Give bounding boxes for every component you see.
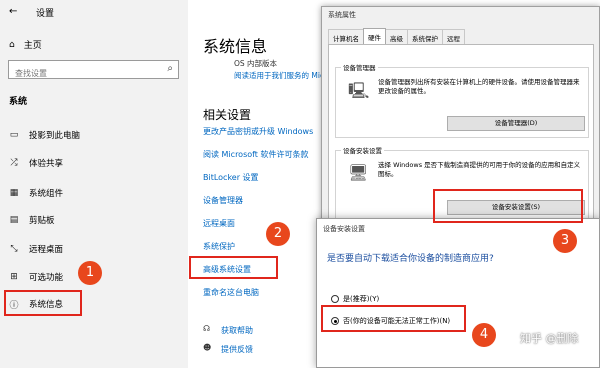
back-arrow-icon[interactable]: ←: [9, 6, 17, 17]
sidebar-home-link[interactable]: ⌂ 主页: [9, 38, 42, 52]
settings-search-box[interactable]: ⌕: [8, 60, 179, 82]
device-manager-description: 设备管理器列出所有安装在计算机上的硬件设备。请使用设备管理器来更改设备的属性。: [378, 78, 580, 95]
sidebar-item-label: 体验共享: [29, 159, 64, 169]
remote-desktop-link[interactable]: 远程桌面: [203, 218, 235, 229]
sidebar-item-label: 系统组件: [29, 189, 64, 199]
clipboard-icon: ▤: [9, 215, 19, 225]
related-settings-heading: 相关设置: [203, 108, 252, 122]
device-install-icon: 🖥: [348, 163, 369, 182]
license-terms-link[interactable]: 阅读 Microsoft 软件许可条款: [203, 149, 309, 160]
device-manager-link[interactable]: 设备管理器: [203, 195, 243, 206]
sidebar-item-shared-experiences[interactable]: ⤮ 体验共享: [9, 155, 63, 171]
sidebar-item-remote-desktop[interactable]: ⤡ 远程桌面: [9, 241, 63, 257]
page-title: 系统信息: [203, 37, 268, 56]
device-manager-button[interactable]: 设备管理器(D): [447, 116, 585, 131]
device-manager-icon: 🖳: [348, 81, 370, 100]
watermark: 知乎 @删除: [520, 332, 579, 345]
help-icon: ☊: [203, 324, 211, 333]
bitlocker-link[interactable]: BitLocker 设置: [203, 172, 259, 183]
device-manager-group: 设备管理器 🖳 设备管理器列出所有安装在计算机上的硬件设备。请使用设备管理器来更…: [335, 62, 589, 138]
download-question: 是否要自动下载适合你设备的制造商应用?: [327, 254, 494, 264]
sidebar-item-label: 剪贴板: [29, 216, 55, 226]
system-protection-link[interactable]: 系统保护: [203, 241, 235, 252]
step-badge-3: 3: [553, 229, 577, 253]
change-product-key-link[interactable]: 更改产品密钥或升级 Windows: [203, 126, 313, 137]
device-install-description: 选择 Windows 是否下载制造商提供的可用于你的设备的应用和自定义图标。: [378, 161, 581, 178]
os-build-label: OS 内部版本: [234, 59, 278, 68]
sidebar-section-system: 系统: [9, 97, 28, 107]
option-yes-label: 是(推荐)(Y): [343, 295, 380, 303]
feedback-icon: ☻: [203, 343, 212, 352]
highlight-advanced-settings: [189, 256, 278, 279]
option-yes[interactable]: 是(推荐)(Y): [331, 294, 379, 304]
sidebar-item-optional-features[interactable]: ⊞ 可选功能: [9, 269, 63, 285]
projector-icon: ▭: [9, 130, 19, 140]
group-label: 设备管理器: [341, 62, 378, 72]
group-label: 设备安装设置: [341, 145, 384, 155]
sidebar-item-label: 投影到此电脑: [29, 131, 81, 141]
sidebar-item-clipboard[interactable]: ▤ 剪贴板: [9, 212, 55, 228]
step-badge-1: 1: [78, 261, 102, 285]
share-icon: ⤮: [10, 158, 18, 168]
get-help-link[interactable]: 获取帮助: [221, 325, 253, 336]
highlight-device-install-button: [433, 189, 583, 223]
settings-search-input[interactable]: [9, 65, 159, 82]
rename-pc-link[interactable]: 重命名这台电脑: [203, 287, 259, 298]
highlight-no-option: [321, 305, 466, 332]
optional-features-icon: ⊞: [10, 272, 18, 282]
step-badge-2: 2: [266, 222, 290, 246]
settings-window-title: 设置: [36, 9, 55, 19]
dialog-title: 设备安装设置: [323, 225, 365, 233]
components-icon: ▦: [9, 188, 19, 198]
sidebar-item-project-to-pc[interactable]: ▭ 投影到此电脑: [9, 127, 80, 143]
radio-yes[interactable]: [331, 295, 339, 303]
dialog-title: 系统属性: [328, 11, 356, 19]
give-feedback-link[interactable]: 提供反馈: [221, 344, 253, 355]
step-badge-4: 4: [472, 323, 496, 347]
home-label: 主页: [23, 41, 42, 51]
sidebar-item-label: 可选功能: [29, 273, 64, 283]
sidebar-item-system-components[interactable]: ▦ 系统组件: [9, 185, 63, 201]
highlight-system-info: [4, 290, 82, 316]
search-icon[interactable]: ⌕: [167, 63, 173, 74]
sidebar-item-label: 远程桌面: [29, 245, 64, 255]
remote-desktop-icon: ⤡: [10, 244, 18, 254]
home-icon: ⌂: [9, 39, 15, 50]
